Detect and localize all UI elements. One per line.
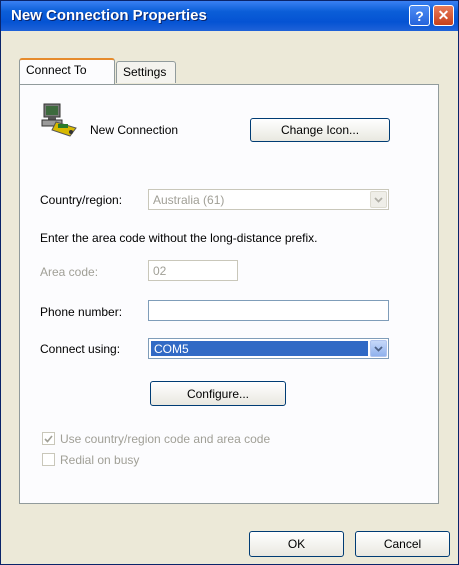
help-button[interactable]: ? [409,5,430,26]
country-label: Country/region: [40,193,123,207]
phone-number-input[interactable] [148,300,389,321]
instruction-text: Enter the area code without the long-dis… [40,231,318,245]
chevron-down-icon[interactable] [370,340,387,357]
connect-using-select[interactable]: COM5 [148,338,389,359]
cancel-button[interactable]: Cancel [355,531,450,557]
phone-number-label: Phone number: [40,305,123,319]
close-button[interactable]: ✕ [433,5,454,26]
tab-connect-to[interactable]: Connect To [19,58,115,84]
check-mark-icon [44,434,53,443]
dialog-window: New Connection Properties ? ✕ Connect To… [0,0,459,565]
tab-settings[interactable]: Settings [116,61,176,83]
window-title: New Connection Properties [11,7,207,24]
close-icon: ✕ [437,7,450,23]
area-code-input: 02 [148,260,238,281]
connection-name: New Connection [90,123,179,137]
area-code-label: Area code: [40,265,99,279]
tab-panel-connect-to: New Connection Change Icon... Country/re… [19,84,439,504]
use-country-code-checkbox[interactable] [42,432,55,445]
redial-checkbox[interactable] [42,453,55,466]
chevron-down-icon [370,191,387,208]
redial-label: Redial on busy [60,453,140,467]
connect-using-label: Connect using: [40,342,121,356]
title-bar[interactable]: New Connection Properties ? ✕ [1,1,458,31]
help-icon: ? [415,7,424,24]
use-country-code-label: Use country/region code and area code [60,432,271,446]
ok-button[interactable]: OK [249,531,344,557]
connect-using-value: COM5 [151,341,368,356]
country-select: Australia (61) [148,189,389,210]
configure-button[interactable]: Configure... [150,381,286,406]
phone-connection-icon [41,103,77,137]
change-icon-button[interactable]: Change Icon... [250,118,390,142]
